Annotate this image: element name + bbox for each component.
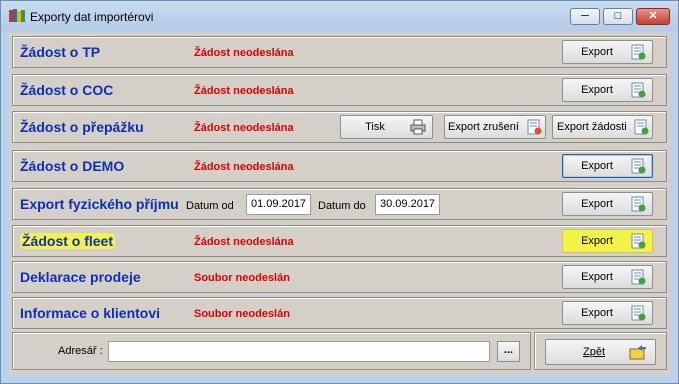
row-label: Deklarace prodeje [20,269,141,285]
close-button[interactable]: ✕ [636,8,670,25]
export-button-label: Export [581,307,613,319]
export-document-icon [631,269,646,285]
exit-folder-icon [629,345,646,360]
export-button[interactable]: Export [562,301,653,325]
maximize-icon: □ [614,10,622,22]
window-title: Exporty dat importérovi [30,10,154,24]
row-label: Žádost o přepážku [20,119,144,135]
minimize-icon: ─ [581,10,589,22]
row-label: Žádost o COC [20,82,114,98]
export-button[interactable]: Export [562,229,653,253]
export-button-label: Export [581,235,613,247]
row-label: Žádost o DEMO [20,158,125,174]
row-client-info: Informace o klientovi Soubor neodeslán E… [12,297,667,329]
export-document-icon [631,44,646,60]
browse-button[interactable]: ... [497,341,520,362]
app-books-icon [9,9,25,22]
minimize-button[interactable]: ─ [570,8,600,25]
export-button-label: Export [581,84,613,96]
directory-panel: Adresář : ... [12,332,531,370]
print-button-label: Tisk [365,121,385,133]
row-label: Informace o klientovi [20,305,161,321]
export-document-icon [631,233,646,249]
row-status: Žádost neodeslána [194,236,294,248]
export-button-label: Export [581,160,613,172]
export-button-label: Export [581,271,613,283]
row-status: Soubor neodeslán [194,272,290,284]
export-button-label: Export [581,198,613,210]
maximize-button[interactable]: □ [603,8,633,25]
printer-icon [410,119,426,135]
export-document-icon [631,158,646,174]
row-fleet-request: Žádost o fleet Žádost neodeslána Export [12,225,667,257]
export-button[interactable]: Export [562,265,653,289]
row-tp-request: Žádost o TP Žádost neodeslána Export [12,36,667,68]
row-status: Žádost neodeslána [194,85,294,97]
row-label: Export fyzického příjmu [20,196,179,212]
row-status: Žádost neodeslána [194,122,294,134]
back-button-label: Zpět [583,346,606,358]
row-sales-declaration: Deklarace prodeje Soubor neodeslán Expor… [12,261,667,293]
export-document-icon [634,119,649,135]
row-status: Žádost neodeslána [194,161,294,173]
client-area: Žádost o TP Žádost neodeslána Export Žád… [9,32,670,375]
export-button-label: Export [581,46,613,58]
print-button[interactable]: Tisk [340,115,433,139]
date-from-field[interactable]: 01.09.2017 [246,194,311,215]
export-button[interactable]: Export [562,40,653,64]
row-label: Žádost o TP [20,44,101,60]
export-button[interactable]: Export [562,154,653,178]
row-status: Soubor neodeslán [194,308,290,320]
date-to-label: Datum do [318,200,366,212]
directory-label: Adresář : [58,345,103,357]
row-physical-receipt: Export fyzického příjmu Datum od 01.09.2… [12,188,667,220]
export-cancellation-button[interactable]: Export zrušení [444,115,546,139]
export-button[interactable]: Export [562,78,653,102]
row-coc-request: Žádost o COC Žádost neodeslána Export [12,74,667,106]
row-status: Žádost neodeslána [194,47,294,59]
export-document-icon [631,305,646,321]
export-document-icon [631,82,646,98]
back-panel: Zpět [534,332,667,370]
export-cancellation-label: Export zrušení [448,121,519,133]
date-from-label: Datum od [186,200,234,212]
export-request-label: Export žádosti [557,121,627,133]
row-demo-request: Žádost o DEMO Žádost neodeslána Export [12,150,667,182]
export-window: Exporty dat importérovi ─ □ ✕ Žádost o T… [0,0,679,384]
title-bar[interactable]: Exporty dat importérovi ─ □ ✕ [1,1,678,31]
export-request-button[interactable]: Export žádosti [552,115,653,139]
row-counter-request: Žádost o přepážku Žádost neodeslána Tisk… [12,111,667,143]
export-document-icon [631,196,646,212]
export-button[interactable]: Export [562,192,653,216]
directory-input[interactable] [108,341,490,362]
back-button[interactable]: Zpět [545,339,656,365]
close-icon: ✕ [648,10,658,22]
date-to-field[interactable]: 30.09.2017 [375,194,440,215]
row-label: Žádost o fleet [20,233,116,249]
export-cancel-document-icon [527,119,542,135]
